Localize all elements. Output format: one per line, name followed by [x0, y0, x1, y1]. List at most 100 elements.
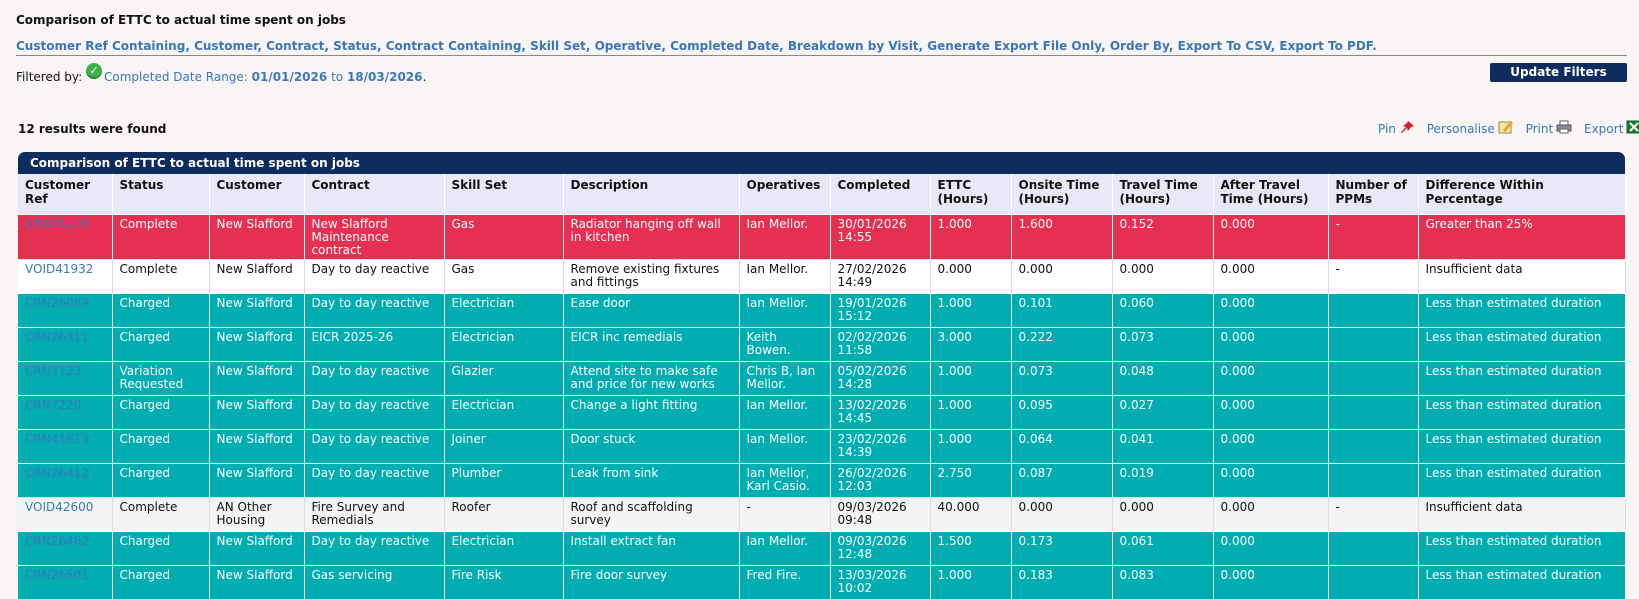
- cell-contract: EICR 2025-26: [304, 328, 444, 362]
- toolbar: Pin Personalise Print Export: [1370, 120, 1639, 136]
- check-icon: ✓: [86, 63, 102, 79]
- cell-status: Charged: [112, 294, 209, 328]
- update-filters-button[interactable]: Update Filters: [1490, 63, 1627, 82]
- pin-link[interactable]: Pin: [1378, 122, 1415, 136]
- personalise-label: Personalise: [1427, 122, 1495, 136]
- cell-completed: 23/02/2026 14:39: [830, 430, 930, 464]
- cell-customer: New Slafford: [209, 260, 304, 294]
- cell-contract: Day to day reactive: [304, 260, 444, 294]
- cell-skill: Electrician: [444, 396, 563, 430]
- cell-onsite: 0.000: [1011, 498, 1112, 532]
- column-header[interactable]: Travel Time (Hours): [1112, 174, 1213, 215]
- cell-operatives: Ian Mellor, Karl Casio.: [739, 464, 830, 498]
- cell-skill: Electrician: [444, 532, 563, 566]
- cell-ppms: [1328, 362, 1418, 396]
- filtered-by-label: Filtered by:: [16, 70, 82, 84]
- cell-diff: Less than estimated duration: [1418, 566, 1625, 599]
- results-table: Customer RefStatusCustomerContractSkill …: [18, 174, 1626, 599]
- cell-ppms: [1328, 328, 1418, 362]
- filter-link-export-to-csv[interactable]: Export To CSV: [1178, 39, 1271, 53]
- export-label: Export: [1584, 122, 1623, 136]
- column-header[interactable]: Operatives: [739, 174, 830, 215]
- pin-label: Pin: [1378, 122, 1396, 136]
- cell-ppms: [1328, 294, 1418, 328]
- filter-link-generate-export-file-only[interactable]: Generate Export File Only: [927, 39, 1101, 53]
- cell-travel: 0.027: [1112, 396, 1213, 430]
- column-header[interactable]: Difference Within Percentage: [1418, 174, 1625, 215]
- link-separator: ,: [1101, 39, 1110, 53]
- link-separator: ,: [257, 39, 266, 53]
- column-header[interactable]: Contract: [304, 174, 444, 215]
- column-header[interactable]: After Travel Time (Hours): [1213, 174, 1328, 215]
- cell-status: Complete: [112, 498, 209, 532]
- cell-after: 0.000: [1213, 260, 1328, 294]
- page-title: Comparison of ETTC to actual time spent …: [16, 13, 346, 27]
- cell-ref: CRN26412: [18, 464, 112, 498]
- cell-customer: New Slafford: [209, 532, 304, 566]
- filter-link-contract[interactable]: Contract: [266, 39, 324, 53]
- cell-status: Charged: [112, 328, 209, 362]
- filter-link-contract-containing[interactable]: Contract Containing: [386, 39, 522, 53]
- cell-travel: 0.048: [1112, 362, 1213, 396]
- column-header[interactable]: ETTC (Hours): [930, 174, 1011, 215]
- filter-link-breakdown-by-visit[interactable]: Breakdown by Visit: [788, 39, 919, 53]
- table-row: CRN26311ChargedNew SlaffordEICR 2025-26E…: [18, 328, 1625, 362]
- print-link[interactable]: Print: [1526, 122, 1573, 136]
- column-header[interactable]: Customer: [209, 174, 304, 215]
- cell-customer: New Slafford: [209, 215, 304, 260]
- cell-description: Radiator hanging off wall in kitchen: [563, 215, 739, 260]
- column-header[interactable]: Completed: [830, 174, 930, 215]
- customer-ref-link[interactable]: CRN26311: [25, 330, 89, 344]
- cell-operatives: -: [739, 498, 830, 532]
- divider: [16, 55, 1627, 56]
- filter-link-customer[interactable]: Customer: [194, 39, 257, 53]
- cell-status: Charged: [112, 396, 209, 430]
- filter-link-order-by[interactable]: Order By: [1110, 39, 1169, 53]
- customer-ref-link[interactable]: CRN26501: [25, 568, 89, 582]
- filter-link-operative[interactable]: Operative: [595, 39, 662, 53]
- filter-link-customer-ref-containing[interactable]: Customer Ref Containing: [16, 39, 185, 53]
- cell-customer: New Slafford: [209, 566, 304, 599]
- customer-ref-link[interactable]: VOID42600: [25, 500, 93, 514]
- cell-ref: CRN26276: [18, 215, 112, 260]
- cell-after: 0.000: [1213, 566, 1328, 599]
- customer-ref-link[interactable]: CRN7123: [25, 364, 81, 378]
- excel-icon: [1626, 120, 1639, 134]
- column-header[interactable]: Skill Set: [444, 174, 563, 215]
- filter-link-export-to-pdf[interactable]: Export To PDF: [1279, 39, 1372, 53]
- column-header[interactable]: Onsite Time (Hours): [1011, 174, 1112, 215]
- export-link[interactable]: Export: [1584, 122, 1639, 136]
- cell-operatives: Ian Mellor.: [739, 215, 830, 260]
- customer-ref-link[interactable]: CRN26089: [25, 296, 89, 310]
- table-row: VOID42600CompleteAN Other HousingFire Su…: [18, 498, 1625, 532]
- column-header[interactable]: Description: [563, 174, 739, 215]
- cell-ppms: -: [1328, 260, 1418, 294]
- personalise-icon: [1498, 120, 1514, 134]
- cell-ettc: 1.000: [930, 294, 1011, 328]
- cell-ettc: 1.000: [930, 566, 1011, 599]
- customer-ref-link[interactable]: CRN7220: [25, 398, 81, 412]
- cell-ettc: 0.000: [930, 260, 1011, 294]
- customer-ref-link[interactable]: CRN26412: [25, 466, 89, 480]
- filter-link-completed-date[interactable]: Completed Date: [670, 39, 779, 53]
- filter-link-status[interactable]: Status: [333, 39, 377, 53]
- customer-ref-link[interactable]: CRN41613: [25, 432, 89, 446]
- cell-skill: Joiner: [444, 430, 563, 464]
- cell-customer: New Slafford: [209, 294, 304, 328]
- cell-skill: Gas: [444, 215, 563, 260]
- date-to: 18/03/2026: [347, 70, 423, 84]
- personalise-link[interactable]: Personalise: [1427, 122, 1514, 136]
- cell-completed: 13/02/2026 14:45: [830, 396, 930, 430]
- cell-customer: New Slafford: [209, 464, 304, 498]
- customer-ref-link[interactable]: CRN26276: [25, 217, 89, 231]
- column-header[interactable]: Number of PPMs: [1328, 174, 1418, 215]
- customer-ref-link[interactable]: CRN26462: [25, 534, 89, 548]
- filter-link-skill-set[interactable]: Skill Set: [530, 39, 586, 53]
- column-header[interactable]: Status: [112, 174, 209, 215]
- cell-contract: New Slafford Maintenance contract: [304, 215, 444, 260]
- column-header[interactable]: Customer Ref: [18, 174, 112, 215]
- cell-diff: Less than estimated duration: [1418, 362, 1625, 396]
- customer-ref-link[interactable]: VOID41932: [25, 262, 93, 276]
- cell-diff: Less than estimated duration: [1418, 396, 1625, 430]
- cell-ref: CRN26311: [18, 328, 112, 362]
